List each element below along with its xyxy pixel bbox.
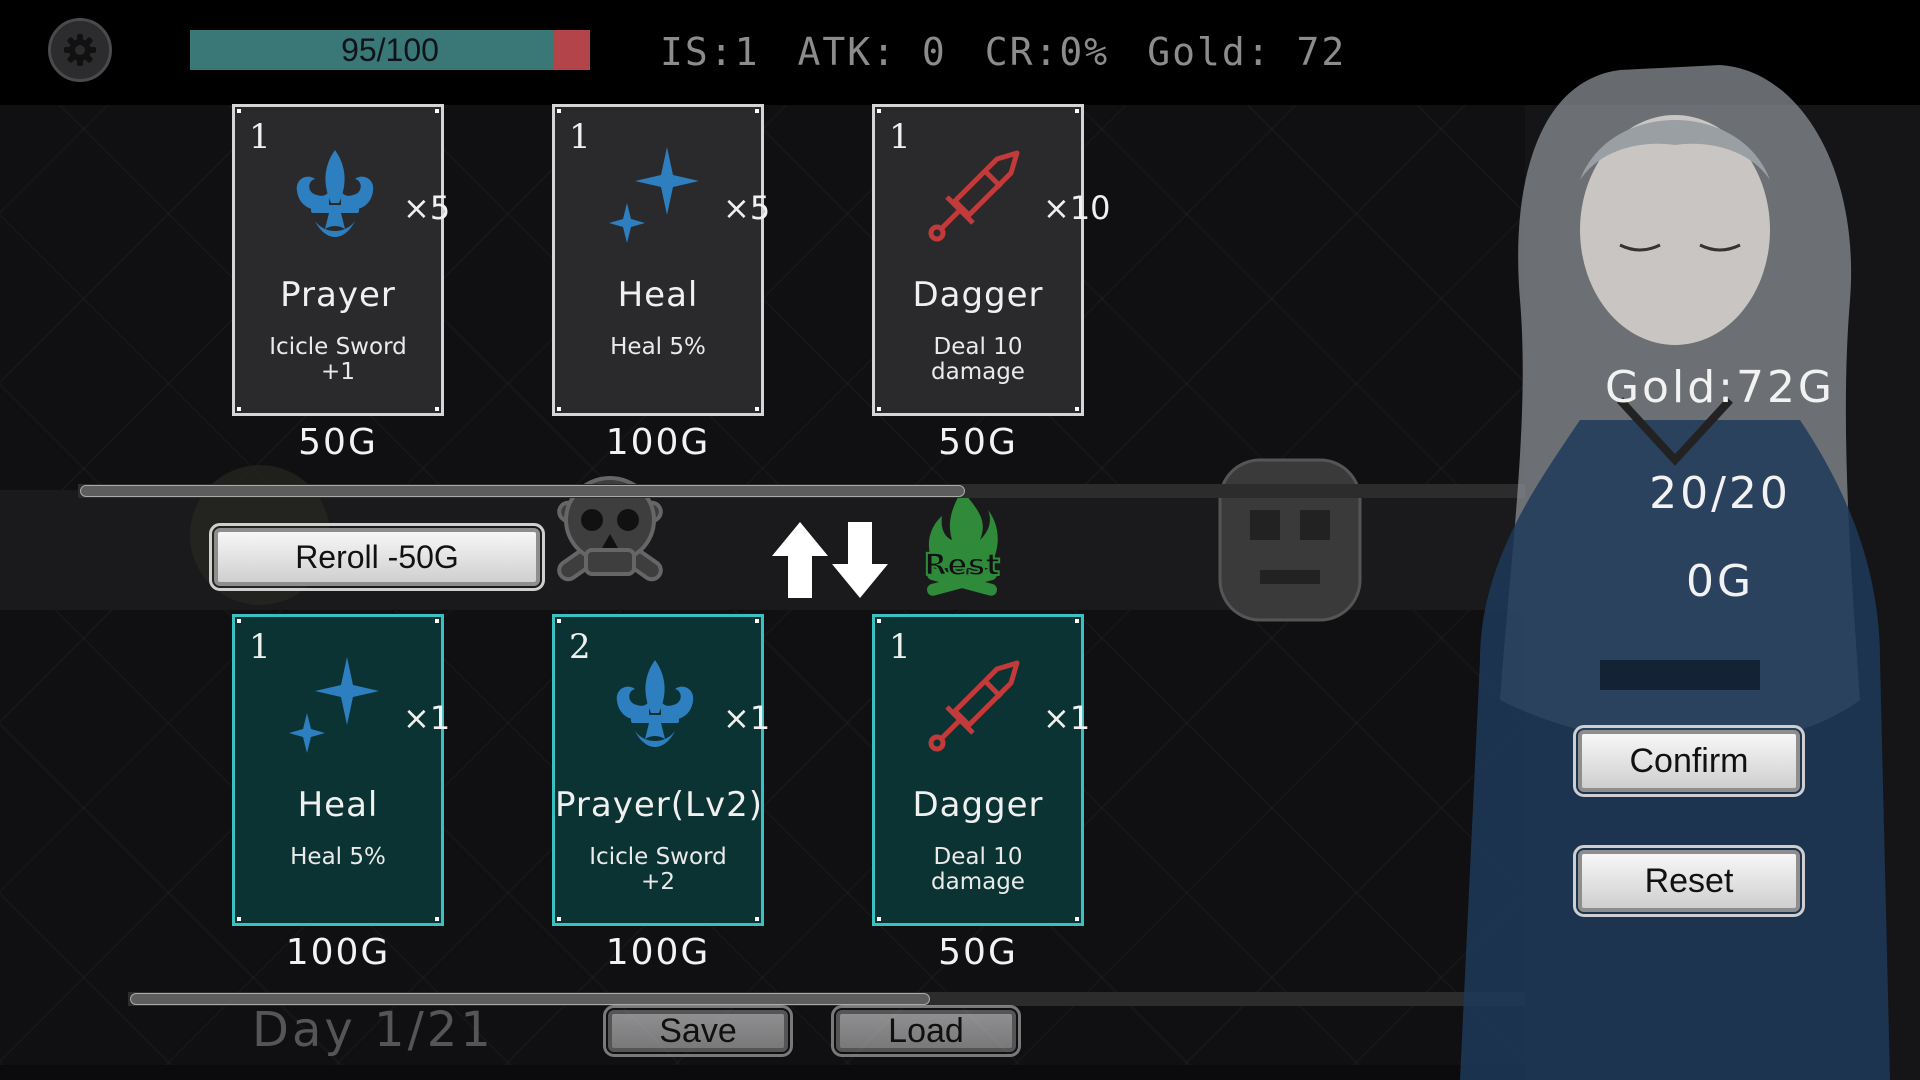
card-multiplier: ×10 (1043, 189, 1111, 227)
card-corner (435, 407, 439, 411)
rest-campfire-icon (927, 490, 998, 596)
card-corner (237, 407, 241, 411)
card-corner (755, 619, 759, 623)
card-corner (1075, 917, 1079, 921)
sparkle-icon (285, 655, 385, 755)
card-corner (755, 109, 759, 113)
owned-card[interactable]: 1 ×1 Heal Heal 5% (232, 614, 450, 926)
card-price: 50G (938, 422, 1018, 463)
reset-button[interactable]: Reset (1573, 845, 1805, 917)
shop-card[interactable]: 1 ×5 Heal Heal 5% (552, 104, 770, 416)
card-corner (237, 619, 241, 623)
card-corner (435, 109, 439, 113)
stat-atk: ATK: 0 (797, 30, 947, 74)
card-level: 1 (569, 117, 591, 157)
stat-cr: CR:0% (984, 30, 1110, 74)
dagger-icon (925, 145, 1025, 245)
card-name: Heal (297, 785, 379, 825)
card-corner (237, 917, 241, 921)
card-description: Heal 5% (290, 844, 386, 870)
stat-gold: Gold: 72 (1147, 30, 1347, 74)
dagger-icon (925, 655, 1025, 755)
card-name: Heal (617, 275, 699, 315)
card-level: 1 (249, 117, 271, 157)
card-corner (1075, 407, 1079, 411)
side-count: 20/20 (1649, 468, 1791, 519)
shop-scrollbar-thumb[interactable] (80, 485, 965, 497)
reroll-button[interactable]: Reroll -50G (209, 523, 545, 591)
shop-card[interactable]: 1 ×10 Dagger Deal 10 damage (872, 104, 1111, 416)
card-corner (557, 917, 561, 921)
card-price: 50G (298, 422, 378, 463)
card-name: Dagger (912, 785, 1044, 825)
swap-arrows-icon[interactable] (770, 520, 890, 600)
stat-is: IS:1 (660, 30, 760, 74)
owned-card[interactable]: 1 ×1 Dagger Deal 10 damage (872, 614, 1090, 926)
card-corner (1075, 109, 1079, 113)
card-price: 100G (605, 422, 711, 463)
card-level: 1 (889, 117, 911, 157)
sparkle-icon (605, 145, 705, 245)
shop-card[interactable]: 1 ×5 Prayer Icicle Sword +1 (232, 104, 450, 416)
stats-line: IS:1 ATK: 0 CR:0% Gold: 72 (660, 30, 1384, 74)
fleur-de-lis-icon (605, 655, 705, 755)
fleur-de-lis-icon (285, 145, 385, 245)
card-corner (557, 619, 561, 623)
card-description: Deal 10 damage (931, 844, 1025, 895)
side-gold: Gold:72G (1604, 362, 1836, 413)
card-description: Icicle Sword +1 (269, 334, 407, 385)
card-multiplier: ×1 (403, 699, 451, 737)
card-level: 2 (569, 627, 591, 667)
card-price: 100G (285, 932, 391, 973)
card-name: Prayer (280, 275, 396, 315)
rest-node-label: Rest (923, 547, 1001, 584)
enemy-pixel-icon (1218, 458, 1362, 622)
card-description: Icicle Sword +2 (589, 844, 727, 895)
card-corner (877, 407, 881, 411)
card-multiplier: ×1 (1043, 699, 1091, 737)
card-corner (877, 109, 881, 113)
card-name: Prayer(Lv2) (555, 785, 763, 825)
hp-text: 95/100 (341, 31, 439, 68)
card-description: Heal 5% (610, 334, 706, 360)
owned-scrollbar-thumb[interactable] (130, 993, 930, 1005)
card-price: 100G (605, 932, 711, 973)
card-corner (237, 109, 241, 113)
day-counter: Day 1/21 (252, 1002, 494, 1058)
owned-card[interactable]: 2 ×1 Prayer(Lv2) Icicle Sword +2 (552, 614, 770, 926)
card-corner (877, 917, 881, 921)
save-button[interactable]: Save (603, 1005, 793, 1057)
card-corner (877, 619, 881, 623)
hp-bar: 95/100 (190, 30, 590, 70)
card-multiplier: ×1 (723, 699, 771, 737)
card-level: 1 (249, 627, 271, 667)
card-corner (435, 917, 439, 921)
load-button[interactable]: Load (831, 1005, 1021, 1057)
card-description: Deal 10 damage (931, 334, 1025, 385)
card-multiplier: ×5 (723, 189, 771, 227)
card-price: 50G (938, 932, 1018, 973)
card-corner (755, 407, 759, 411)
shop-scrollbar[interactable] (78, 484, 1525, 498)
card-corner (557, 407, 561, 411)
card-corner (1075, 619, 1079, 623)
card-corner (557, 109, 561, 113)
side-cost: 0G (1685, 556, 1755, 607)
card-level: 1 (889, 627, 911, 667)
card-multiplier: ×5 (403, 189, 451, 227)
settings-gear-icon[interactable] (48, 18, 112, 82)
card-name: Dagger (912, 275, 1044, 315)
card-corner (755, 917, 759, 921)
card-corner (435, 619, 439, 623)
confirm-button[interactable]: Confirm (1573, 725, 1805, 797)
